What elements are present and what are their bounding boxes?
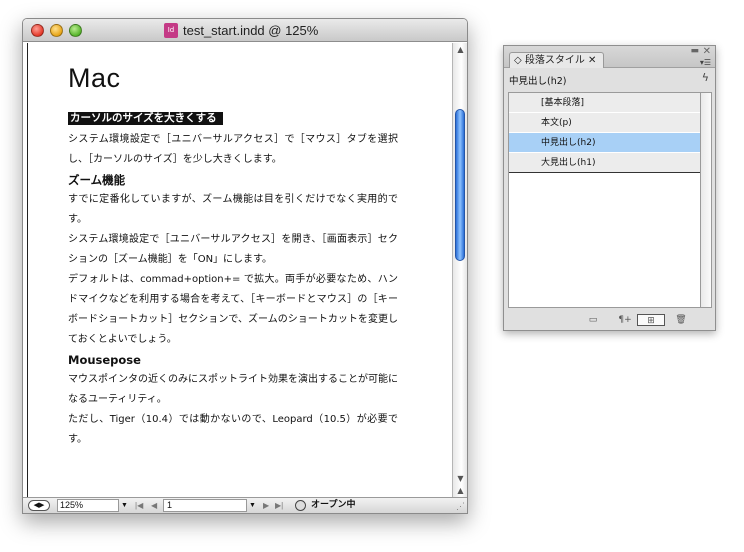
last-page-icon[interactable]: ▶| <box>275 499 283 512</box>
body-paragraph: システム環境設定で［ユニバーサルアクセス］で［マウス］タブを選択し、［カーソルの… <box>68 134 398 165</box>
body-paragraph: マウスポインタの近くのみにスポットライト効果を演出することが可能になるユーティリ… <box>68 374 398 405</box>
lightning-icon[interactable]: ϟ <box>702 71 709 84</box>
page-content: Mac カーソルのサイズを大きくするシステム環境設定で［ユニバーサルアクセス］で… <box>68 63 398 450</box>
previous-page-icon[interactable]: ◀ <box>151 499 157 512</box>
status-bar: ◀▶ 125% ▼ |◀ ◀ 1 ▼ ▶ ▶| オープン中 ⋰ <box>23 497 467 513</box>
panel-tab[interactable]: ◇ 段落スタイル ✕ <box>509 52 604 68</box>
zoom-button[interactable] <box>69 24 82 37</box>
panel-collapse-icon[interactable]: ▬ <box>690 46 699 56</box>
panel-menu-icon[interactable]: ▾☰ <box>700 58 711 67</box>
preflight-status-icon[interactable] <box>295 500 306 511</box>
body-paragraph: デフォルトは、commad+option+= で拡大。両手が必要なため、ハンドマ… <box>68 274 398 345</box>
page-number-field[interactable]: 1 <box>163 499 247 512</box>
screen: Id test_start.indd @ 125% Mac カーソルのサイズを大… <box>0 0 744 552</box>
body-paragraph: すでに定番化していますが、ズーム機能は目を引くだけでなく実用的です。 <box>68 194 398 225</box>
scroll-up-arrow-icon-bottom[interactable]: ▲ <box>453 485 467 497</box>
style-item[interactable]: 本文(p) <box>509 113 700 133</box>
style-item[interactable]: 中見出し(h2) <box>509 133 700 153</box>
title-bar[interactable]: Id test_start.indd @ 125% <box>23 19 467 42</box>
section-heading: Mousepose <box>68 353 141 367</box>
vertical-scrollbar[interactable]: ▲ ▼ ▲ <box>452 43 467 499</box>
section-heading: ズーム機能 <box>68 173 126 187</box>
status-text: オープン中 <box>311 500 356 510</box>
paragraph-styles-panel: ◇ 段落スタイル ✕ ▬ ✕ ▾☰ 中見出し(h2) ϟ [基本段落] 本文(p)… <box>503 45 716 331</box>
style-item[interactable]: [基本段落] <box>509 93 700 113</box>
window-title: test_start.indd @ 125% <box>183 23 319 38</box>
document-page[interactable]: Mac カーソルのサイズを大きくするシステム環境設定で［ユニバーサルアクセス］で… <box>27 43 452 513</box>
panel-tab-arrows-icon: ◇ <box>514 55 525 66</box>
panel-tab-label: 段落スタイル <box>524 55 585 66</box>
panel-close-icon[interactable]: ✕ <box>703 46 711 57</box>
body-paragraph: ただし、Tiger（10.4）では動かないので、Leopard（10.5）が必要… <box>68 414 398 445</box>
next-page-icon[interactable]: ▶ <box>263 499 269 512</box>
new-style-button[interactable]: ⊞ <box>637 314 665 326</box>
scroll-down-arrow-icon[interactable]: ▼ <box>453 473 467 485</box>
panel-footer: ▭ ¶+ ⊞ 🗑 <box>504 310 715 331</box>
current-style-label: 中見出し(h2) <box>509 76 567 87</box>
scroll-up-arrow-icon[interactable]: ▲ <box>453 44 467 56</box>
zoom-dropdown-icon[interactable]: ▼ <box>119 499 130 512</box>
highlighted-heading: カーソルのサイズを大きくする <box>68 112 223 125</box>
panel-header[interactable]: ◇ 段落スタイル ✕ ▬ ✕ ▾☰ <box>504 46 715 68</box>
style-item[interactable]: 大見出し(h1) <box>509 153 700 173</box>
minimize-button[interactable] <box>50 24 63 37</box>
body-paragraph: システム環境設定で［ユニバーサルアクセス］を開き、［画面表示］セクションの［ズー… <box>68 234 398 265</box>
document-window: Id test_start.indd @ 125% Mac カーソルのサイズを大… <box>22 18 468 514</box>
panel-tab-close-icon[interactable]: ✕ <box>585 55 596 66</box>
close-button[interactable] <box>31 24 44 37</box>
page-dropdown-icon[interactable]: ▼ <box>247 499 258 512</box>
panel-scrollbar[interactable] <box>701 92 712 308</box>
clear-overrides-icon[interactable]: ¶+ <box>616 314 634 326</box>
preview-toggle-icon[interactable]: ◀▶ <box>28 500 50 511</box>
scroll-thumb[interactable] <box>455 109 465 261</box>
trash-icon[interactable]: 🗑 <box>674 314 688 326</box>
zoom-field[interactable]: 125% <box>57 499 119 512</box>
indesign-file-icon: Id <box>164 23 178 38</box>
new-group-folder-icon[interactable]: ▭ <box>586 314 600 326</box>
page-heading: Mac <box>68 63 121 93</box>
style-list: [基本段落] 本文(p) 中見出し(h2) 大見出し(h1) <box>508 92 701 308</box>
text-flow: カーソルのサイズを大きくするシステム環境設定で［ユニバーサルアクセス］で［マウス… <box>68 106 398 450</box>
first-page-icon[interactable]: |◀ <box>135 499 143 512</box>
resize-grip-icon[interactable]: ⋰ <box>456 501 465 512</box>
